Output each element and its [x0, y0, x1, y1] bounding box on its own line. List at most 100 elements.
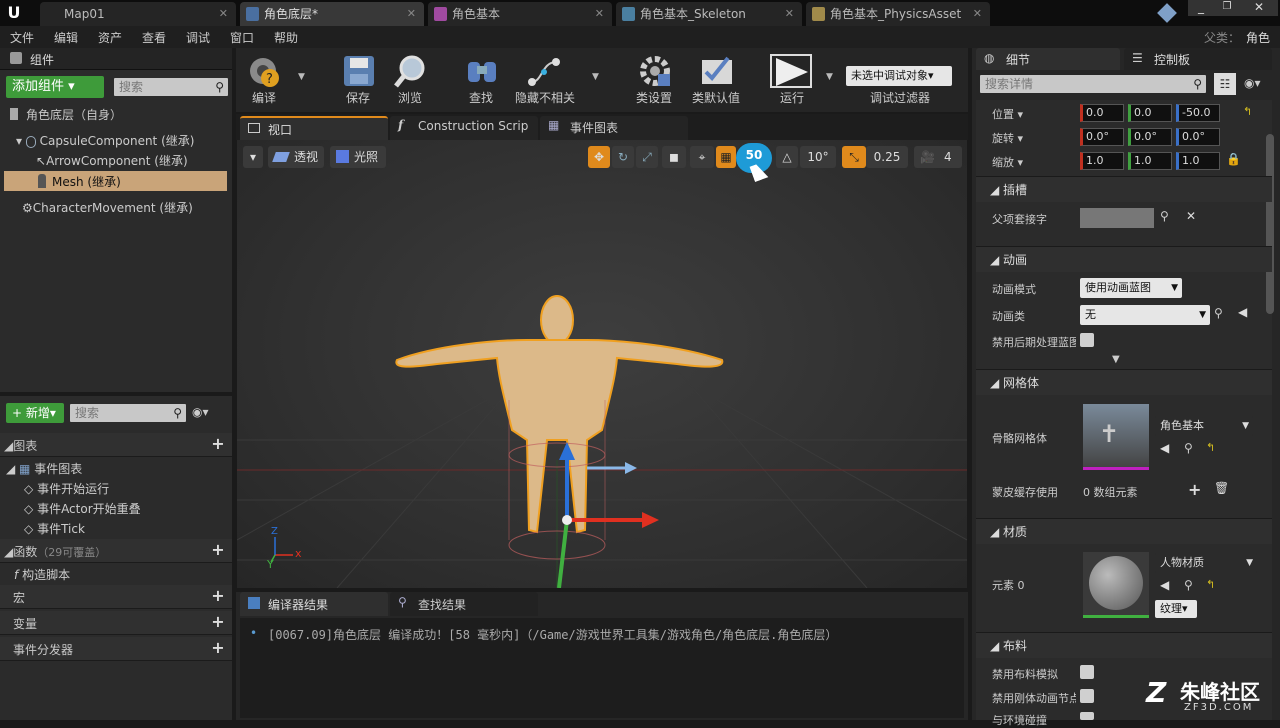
scale-snap-toggle[interactable]: ⤡ [842, 146, 866, 168]
hide-unrelated-button[interactable]: 隐藏不相关 [508, 50, 582, 108]
character-movement-component[interactable]: ⚙CharacterMovement (继承) [22, 199, 193, 216]
tab-compiler-results[interactable]: 编译器结果 [240, 592, 388, 616]
menu-asset[interactable]: 资产 [98, 29, 122, 46]
tab-character-base[interactable]: 角色底层* ✕ [240, 2, 424, 26]
use-selected-icon[interactable]: ◀ [1160, 578, 1169, 592]
capsule-component[interactable]: ▾ CapsuleComponent (继承) [16, 132, 194, 149]
rotation-snap-value[interactable]: 10° [800, 146, 836, 168]
location-label[interactable]: 位置 ▾ [992, 106, 1023, 122]
parent-class-value[interactable]: 角色 [1246, 29, 1270, 46]
menu-view[interactable]: 查看 [142, 29, 166, 46]
socket-section[interactable]: ◢ 插槽 [976, 176, 1272, 202]
camera-speed-button[interactable]: 🎥 4 [914, 146, 962, 168]
browse-icon[interactable]: ⚲ [1184, 578, 1193, 592]
rotation-label[interactable]: 旋转 ▾ [992, 130, 1023, 146]
add-element-icon[interactable]: + [1188, 480, 1201, 499]
tab-viewport[interactable]: 视口 [240, 116, 388, 140]
tab-event-graph[interactable]: ▦ 事件图表 [540, 116, 688, 140]
expand-advanced-icon[interactable]: ▼ [1112, 354, 1120, 365]
menu-file[interactable]: 文件 [10, 29, 34, 46]
menu-window[interactable]: 窗口 [230, 29, 254, 46]
parent-socket-field[interactable] [1080, 208, 1154, 228]
anim-class-select[interactable]: 无 ▼ [1080, 305, 1210, 325]
surface-snap-button[interactable]: ⌖ [690, 146, 714, 168]
texture-select[interactable]: 纹理▾ [1155, 600, 1197, 618]
tab-physics-asset[interactable]: 角色基本_PhysicsAsset ✕ [806, 2, 990, 26]
search-icon[interactable]: ⚲ [1160, 209, 1169, 223]
event-actor-begin-overlap[interactable]: ◇ 事件Actor开始重叠 [24, 500, 141, 517]
anim-mode-select[interactable]: 使用动画蓝图 ▼ [1080, 278, 1182, 298]
arrow-component[interactable]: ↖ArrowComponent (继承) [36, 152, 188, 169]
component-root[interactable]: 角色底层（自身） [0, 104, 232, 124]
use-selected-icon[interactable]: ◀ [1160, 441, 1169, 455]
add-new-button[interactable]: + 新增▾ [6, 403, 64, 423]
event-graph-item[interactable]: ◢ ▦ 事件图表 [6, 460, 82, 477]
close-button[interactable]: ✕ [1240, 0, 1278, 16]
tab-character-mesh[interactable]: 角色基本 ✕ [428, 2, 612, 26]
tab-map01[interactable]: Map01 ✕ [40, 2, 236, 26]
class-defaults-button[interactable]: 类默认值 [686, 50, 746, 108]
property-matrix-button[interactable]: ☷ [1214, 73, 1236, 95]
location-y-field[interactable]: 0.0 [1128, 104, 1172, 122]
class-settings-button[interactable]: 类设置 [624, 50, 684, 108]
rotation-y-field[interactable]: 0.0° [1128, 128, 1172, 146]
skeletal-mesh-thumbnail[interactable]: ✝ [1083, 404, 1149, 470]
disable-post-checkbox[interactable] [1080, 333, 1094, 347]
scale-mode-button[interactable]: ⤢ [636, 146, 658, 168]
close-icon[interactable]: ✕ [973, 2, 982, 26]
use-selected-icon[interactable]: ◀ [1238, 305, 1247, 319]
dispatchers-section[interactable]: 事件分发器 + [0, 637, 232, 661]
location-x-field[interactable]: 0.0 [1080, 104, 1124, 122]
browse-icon[interactable]: ⚲ [1214, 306, 1223, 320]
lock-icon[interactable]: 🔒 [1226, 152, 1241, 166]
compile-dropdown-icon[interactable]: ▼ [298, 72, 305, 82]
delete-icon[interactable]: 🗑 [1214, 481, 1229, 495]
menu-help[interactable]: 帮助 [274, 29, 298, 46]
menu-debug[interactable]: 调试 [186, 29, 210, 46]
mesh-section[interactable]: ◢ 网格体 [976, 369, 1272, 395]
close-icon[interactable]: ✕ [407, 2, 416, 26]
mybp-search-input[interactable]: 搜索 ⚲ [70, 404, 186, 422]
materials-section[interactable]: ◢ 材质 [976, 518, 1272, 544]
scale-x-field[interactable]: 1.0 [1080, 152, 1124, 170]
close-icon[interactable]: ✕ [785, 2, 794, 26]
maximize-button[interactable]: ❐ [1214, 0, 1240, 16]
character-mesh[interactable] [395, 295, 724, 534]
tab-find-results[interactable]: ⚲ 查找结果 [390, 592, 538, 616]
graphs-section[interactable]: ◢图表 + [0, 433, 232, 457]
reset-icon[interactable]: ↰ [1206, 578, 1215, 591]
mesh-component[interactable]: Mesh (继承) [4, 171, 227, 191]
construction-script-item[interactable]: f 构造脚本 [14, 566, 70, 583]
reset-location-icon[interactable]: ↰ [1243, 105, 1252, 118]
close-icon[interactable]: ✕ [219, 2, 228, 26]
material-select[interactable]: 人物材质 ▼ [1155, 553, 1257, 573]
play-button[interactable]: 运行 [762, 50, 822, 108]
translate-mode-button[interactable]: ✥ [588, 146, 610, 168]
disable-rigid-checkbox[interactable] [1080, 689, 1094, 703]
debug-object-select[interactable]: 未选中调试对象▾ [846, 66, 952, 86]
add-dispatcher-icon[interactable]: + [210, 640, 226, 657]
grid-snap-toggle[interactable]: ▦ [716, 146, 736, 168]
browse-icon[interactable]: ⚲ [1184, 441, 1193, 455]
notification-icon[interactable] [1157, 3, 1177, 23]
rotation-z-field[interactable]: 0.0° [1176, 128, 1220, 146]
components-search-input[interactable]: 搜索 ⚲ [114, 78, 228, 96]
variables-section[interactable]: 变量 + [0, 611, 232, 635]
rotation-x-field[interactable]: 0.0° [1080, 128, 1124, 146]
visibility-icon[interactable]: ◉▾ [192, 405, 209, 419]
lit-button[interactable]: 光照 [330, 146, 386, 168]
rotation-snap-toggle[interactable]: △ [776, 146, 798, 168]
unreal-logo-icon[interactable]: U [4, 3, 24, 23]
clear-icon[interactable]: ✕ [1186, 209, 1196, 223]
scale-y-field[interactable]: 1.0 [1128, 152, 1172, 170]
tab-skeleton[interactable]: 角色基本_Skeleton ✕ [616, 2, 802, 26]
minimize-button[interactable]: _ [1188, 0, 1214, 16]
add-component-button[interactable]: 添加组件 ▾ [6, 76, 104, 98]
viewport[interactable]: x Z Y [237, 140, 967, 588]
reset-icon[interactable]: ↰ [1206, 441, 1215, 454]
macros-section[interactable]: 宏 + [0, 585, 232, 609]
material-thumbnail[interactable] [1083, 552, 1149, 618]
scale-z-field[interactable]: 1.0 [1176, 152, 1220, 170]
scale-snap-value[interactable]: 0.25 [866, 146, 908, 168]
viewport-options-button[interactable]: ▾ [243, 146, 263, 168]
